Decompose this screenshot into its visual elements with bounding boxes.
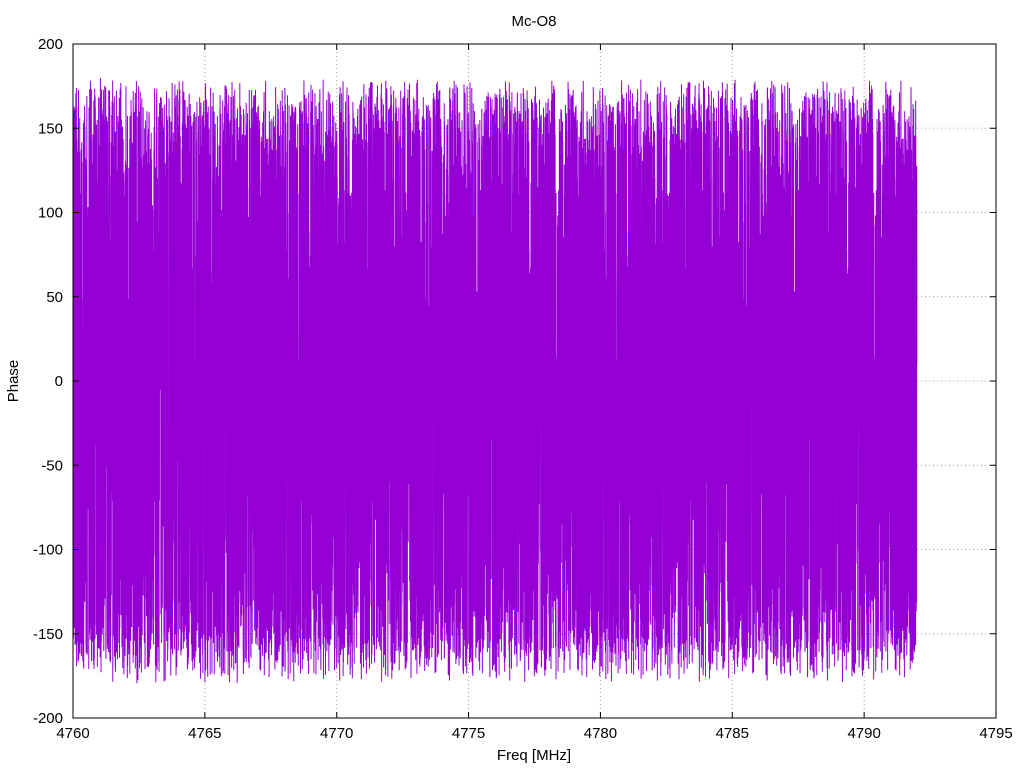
x-tick-label: 4765 — [188, 725, 221, 742]
chart-title: Mc-O8 — [512, 13, 557, 30]
y-tick-label: 150 — [38, 120, 63, 137]
x-tick-label: 4770 — [320, 725, 353, 742]
series-phase — [72, 77, 918, 684]
y-tick-label: 100 — [38, 205, 63, 222]
x-tick-label: 4785 — [716, 725, 749, 742]
y-tick-label: 200 — [38, 36, 63, 53]
y-tick-labels: -200 -150 -100 -50 0 50 100 150 200 — [33, 36, 63, 727]
x-tick-label: 4795 — [979, 725, 1012, 742]
y-axis-label: Phase — [5, 360, 22, 403]
x-tick-label: 4760 — [56, 725, 89, 742]
y-tick-label: -200 — [33, 710, 63, 727]
x-tick-label: 4780 — [584, 725, 617, 742]
y-tick-label: 0 — [55, 373, 63, 390]
y-tick-label: -50 — [41, 457, 63, 474]
x-axis-label: Freq [MHz] — [497, 747, 571, 764]
y-tick-label: 50 — [46, 289, 63, 306]
y-tick-label: -100 — [33, 542, 63, 559]
y-tick-label: -150 — [33, 626, 63, 643]
x-tick-labels: 4760 4765 4770 4775 4780 4785 4790 4795 — [56, 725, 1012, 742]
chart: 4760 4765 4770 4775 4780 4785 4790 4795 -200 -15… — [5, 13, 1013, 764]
x-tick-label: 4790 — [847, 725, 880, 742]
x-tick-label: 4775 — [452, 725, 485, 742]
series-line — [72, 77, 918, 684]
